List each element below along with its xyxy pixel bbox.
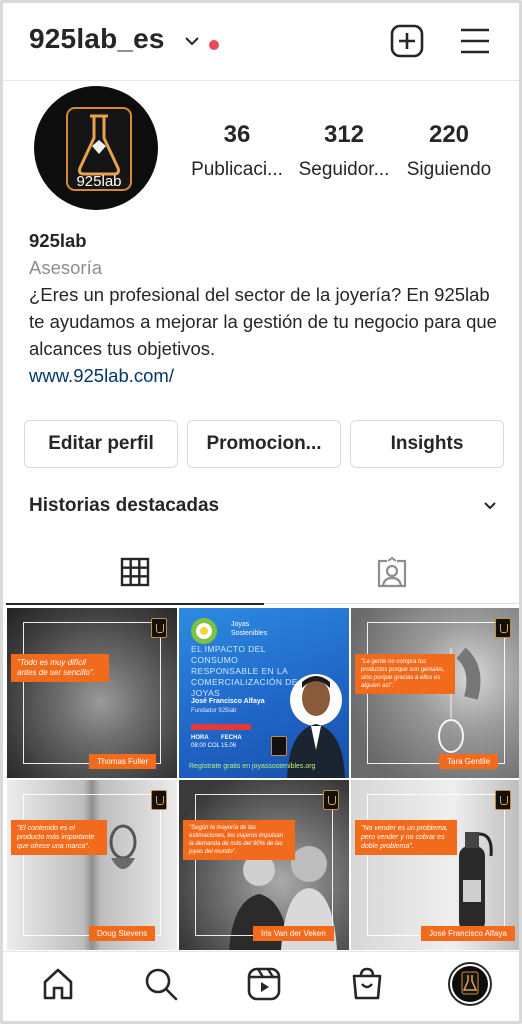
reels-icon[interactable] <box>246 966 282 1002</box>
post-author: José Francisco Alfaya <box>421 926 515 941</box>
post-frame <box>23 622 161 764</box>
speaker-name: José Francisco Alfaya <box>191 698 265 705</box>
post-frame <box>195 794 333 936</box>
profile-bio: 925lab Asesoría ¿Eres un profesional del… <box>29 227 499 389</box>
stat-label: Seguidor... <box>298 159 390 180</box>
925lab-logo <box>323 790 339 810</box>
stat-following[interactable]: 220 Siguiendo <box>401 121 497 181</box>
live-tag <box>191 724 251 730</box>
bio-text: ¿Eres un profesional del sector de la jo… <box>29 284 497 359</box>
post-thumbnail[interactable]: "El contenido es el producto más importa… <box>7 780 177 950</box>
post-quote: "No vender es un problema, pero vender y… <box>355 820 457 855</box>
top-bar: 925lab_es <box>3 3 519 81</box>
shop-icon[interactable] <box>349 966 385 1002</box>
post-thumbnail[interactable]: Joyas Sostenibles EL IMPACTO DEL CONSUMO… <box>179 608 349 778</box>
925lab-logo <box>151 618 167 638</box>
edit-profile-button[interactable]: Editar perfil <box>24 420 178 468</box>
post-author: Thomas Fuller <box>89 754 157 769</box>
promote-button[interactable]: Promocion... <box>187 420 341 468</box>
grid-icon[interactable] <box>119 556 151 588</box>
notification-dot <box>209 40 219 50</box>
home-icon[interactable] <box>40 966 76 1002</box>
post-author: Doug Stevens <box>89 926 156 941</box>
bottom-navigation <box>3 951 519 1021</box>
svg-text:925lab: 925lab <box>76 173 121 190</box>
username-switcher[interactable]: 925lab_es <box>29 23 165 55</box>
insights-button[interactable]: Insights <box>350 420 504 468</box>
speaker-role: Fundador 925lab <box>191 708 237 714</box>
joyas-sostenibles-logo <box>191 618 217 644</box>
stat-value: 220 <box>428 121 470 148</box>
stat-posts[interactable]: 36 Publicaci... <box>187 121 287 181</box>
925lab-logo <box>495 790 511 810</box>
post-quote: "Según la mayoría de las estimaciones, l… <box>183 820 295 860</box>
925lab-logo: 925lab <box>66 107 132 191</box>
stat-value: 36 <box>223 121 251 148</box>
post-quote: "La gente no compra tus productos porque… <box>355 654 455 694</box>
time-info: HORA 08:00 COL <box>191 735 221 749</box>
website-link[interactable]: www.925lab.com/ <box>29 362 499 389</box>
stat-value: 312 <box>323 121 365 148</box>
new-post-icon[interactable] <box>390 24 424 58</box>
post-quote: "Todo es muy difícil antes de ser sencil… <box>11 654 109 682</box>
post-thumbnail[interactable]: "No vender es un problema, pero vender y… <box>351 780 519 950</box>
post-thumbnail[interactable]: "La gente no compra tus productos porque… <box>351 608 519 778</box>
tagged-icon[interactable] <box>375 556 409 590</box>
stat-label: Publicaci... <box>191 159 283 180</box>
instagram-profile-screen: 925lab_es 925lab 36 Publicaci... 312 Seg… <box>0 0 522 1024</box>
highlights-title[interactable]: Historias destacadas <box>29 495 219 517</box>
active-tab-indicator <box>6 603 264 605</box>
post-author: Iris Van der Veken <box>253 926 334 941</box>
925lab-logo <box>452 966 488 1002</box>
post-frame <box>367 794 505 936</box>
925lab-logo <box>271 736 287 756</box>
menu-icon[interactable] <box>459 27 491 55</box>
post-author: Tara Gentile <box>439 754 499 769</box>
post-quote: "El contenido es el producto más importa… <box>11 820 107 855</box>
register-cta: Regístrate gratis en joyassostenibles.or… <box>189 763 316 770</box>
speaker-photo <box>287 674 345 778</box>
post-thumbnail[interactable]: "Según la mayoría de las estimaciones, l… <box>179 780 349 950</box>
profile-name: 925lab <box>29 230 87 251</box>
profile-category: Asesoría <box>29 257 103 278</box>
post-thumbnail[interactable]: "Todo es muy difícil antes de ser sencil… <box>7 608 177 778</box>
925lab-logo <box>151 790 167 810</box>
chevron-down-icon[interactable] <box>483 501 497 511</box>
brand-label: Joyas Sostenibles <box>231 621 268 637</box>
profile-nav-avatar[interactable] <box>448 962 492 1006</box>
date-info: FECHA 15.06 <box>221 735 242 749</box>
post-frame <box>23 794 161 936</box>
search-icon[interactable] <box>143 966 179 1002</box>
profile-tabs <box>3 548 519 605</box>
chevron-down-icon[interactable] <box>184 36 200 48</box>
stat-label: Siguiendo <box>406 159 492 180</box>
925lab-logo <box>495 618 511 638</box>
stat-followers[interactable]: 312 Seguidor... <box>294 121 394 181</box>
profile-avatar[interactable]: 925lab <box>34 86 158 210</box>
